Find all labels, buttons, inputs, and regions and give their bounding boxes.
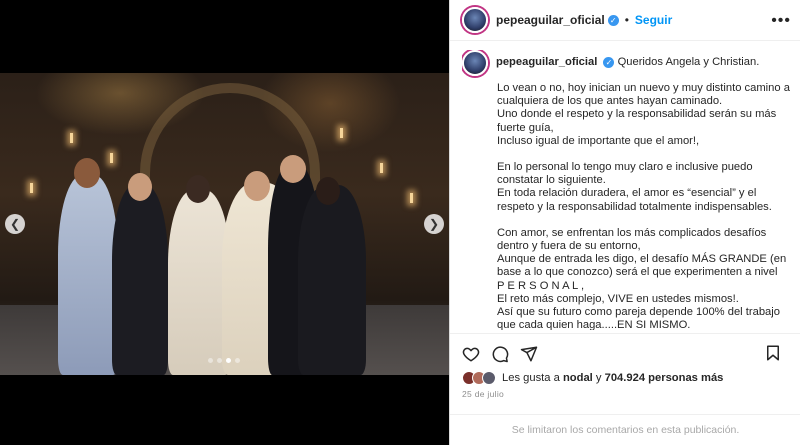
- caption-first-line: pepeaguilar_oficial ✓ Queridos Angela y …: [496, 56, 759, 69]
- chevron-right-icon: ❯: [428, 217, 440, 231]
- post-photo: [0, 73, 449, 375]
- candle: [410, 193, 413, 203]
- carousel-dot-active: [226, 358, 231, 363]
- person-3: [168, 190, 230, 375]
- separator-dot: •: [624, 13, 629, 27]
- person-4-head: [244, 171, 270, 201]
- candle: [110, 153, 113, 163]
- candle: [380, 163, 383, 173]
- liker-avatar: [482, 371, 496, 385]
- caption-username[interactable]: pepeaguilar_oficial: [496, 56, 597, 68]
- caption-paragraph: Lo vean o no, hoy inician un nuevo y muy…: [497, 82, 790, 147]
- chevron-left-icon: ❮: [9, 217, 21, 231]
- carousel-dot: [235, 358, 240, 363]
- likes-prefix: Les gusta a: [502, 372, 563, 384]
- caption-paragraph: Con amor, se enfrentan los más complicad…: [497, 226, 787, 330]
- action-bar: [450, 333, 800, 373]
- candle: [340, 128, 343, 138]
- more-options-icon[interactable]: •••: [771, 12, 791, 30]
- verified-icon: ✓: [607, 14, 619, 26]
- person-5-head: [280, 155, 306, 183]
- avatar[interactable]: [462, 7, 488, 33]
- carousel-next-button[interactable]: ❯: [424, 214, 444, 234]
- carousel-dot: [217, 358, 222, 363]
- person-6-head: [316, 177, 340, 205]
- carousel-dot: [208, 358, 213, 363]
- post-media: ❮ ❯: [0, 0, 449, 445]
- caption-header: pepeaguilar_oficial ✓ Queridos Angela y …: [462, 50, 792, 76]
- person-3-head: [186, 175, 210, 203]
- post-header: pepeaguilar_oficial ✓ • Seguir •••: [450, 0, 800, 41]
- post-side-panel: pepeaguilar_oficial ✓ • Seguir ••• pepea…: [449, 0, 800, 445]
- share-icon[interactable]: [520, 345, 538, 363]
- username-link[interactable]: pepeaguilar_oficial: [496, 13, 605, 27]
- post-date[interactable]: 25 de julio: [462, 389, 504, 399]
- person-1-head: [74, 158, 100, 188]
- person-2: [112, 185, 168, 375]
- likes-connector: y: [592, 372, 605, 384]
- carousel-indicator: [208, 358, 240, 363]
- person-1: [58, 175, 118, 375]
- candle: [70, 133, 73, 143]
- follow-button[interactable]: Seguir: [635, 13, 672, 27]
- likes-text: Les gusta a nodal y 704.924 personas más: [502, 372, 723, 384]
- caption-body: Lo vean o no, hoy inician un nuevo y muy…: [497, 82, 792, 330]
- likes-summary: Les gusta a nodal y 704.924 personas más: [462, 371, 723, 385]
- liker-username[interactable]: nodal: [563, 372, 593, 384]
- person-2-head: [128, 173, 152, 201]
- caption-paragraph: En lo personal lo tengo muy claro e incl…: [497, 161, 772, 213]
- bookmark-icon[interactable]: [764, 344, 782, 362]
- caption-greeting: Queridos Angela y Christian.: [617, 56, 760, 69]
- comment-icon[interactable]: [491, 345, 509, 363]
- likes-count[interactable]: 704.924 personas más: [605, 372, 724, 384]
- caption: pepeaguilar_oficial ✓ Queridos Angela y …: [462, 50, 792, 330]
- person-6: [298, 185, 366, 375]
- carousel-prev-button[interactable]: ❮: [5, 214, 25, 234]
- candle: [30, 183, 33, 193]
- comments-disabled-notice: Se limitaron los comentarios en esta pub…: [450, 414, 800, 445]
- heart-icon[interactable]: [462, 345, 480, 363]
- caption-avatar[interactable]: [462, 50, 488, 76]
- verified-icon: ✓: [603, 57, 615, 69]
